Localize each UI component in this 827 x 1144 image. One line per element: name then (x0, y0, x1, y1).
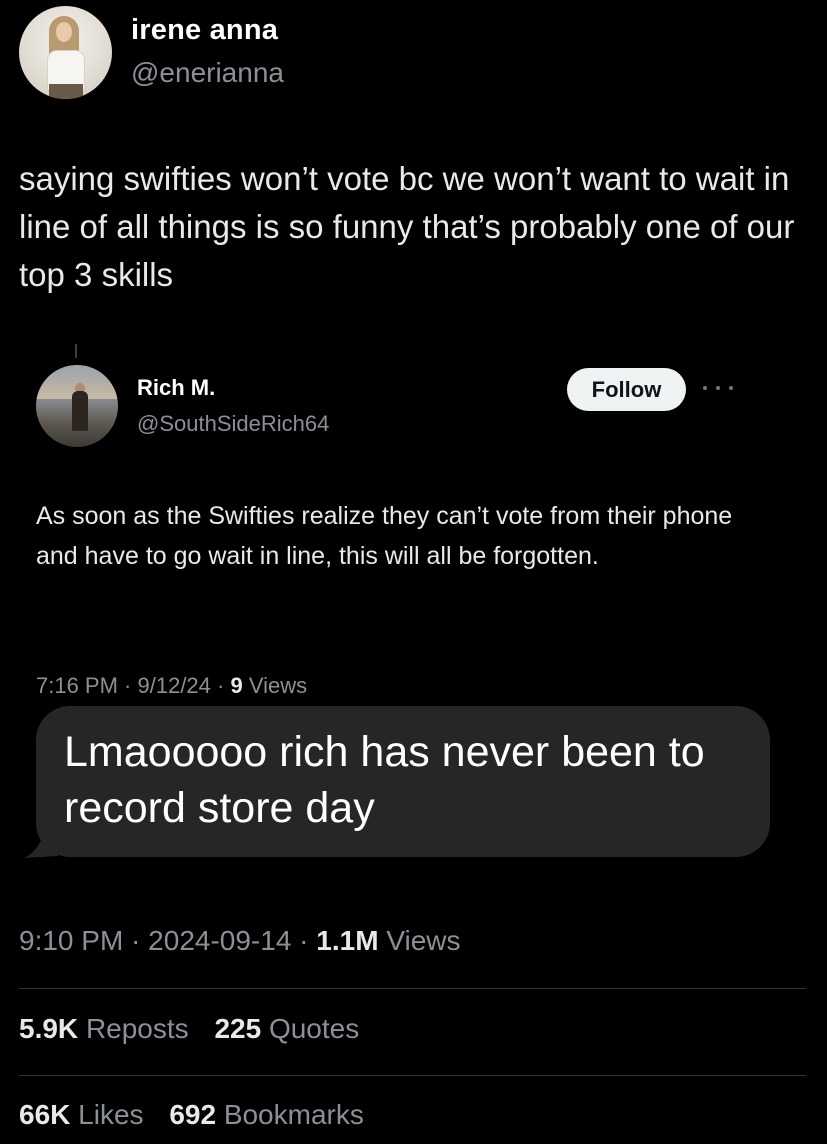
tweet-time: 9:10 PM (19, 925, 124, 956)
tweet-text: saying swifties won’t vote bc we won’t w… (19, 160, 795, 293)
tweet-meta: 9:10 PM · 2024-09-14 · 1.1M Views (19, 925, 461, 956)
quoted-tweet-views-label: Views (248, 673, 308, 698)
message-bubble-text: Lmaooooo rich has never been to record s… (64, 728, 705, 832)
stats-row-likes-bookmarks: 66K Likes 692 Bookmarks (19, 1099, 382, 1131)
likes-stat[interactable]: 66K Likes (19, 1099, 144, 1130)
divider (19, 988, 806, 989)
likes-label: Likes (78, 1099, 144, 1130)
quotes-stat[interactable]: 225 Quotes (214, 1013, 359, 1044)
thread-connector (75, 344, 77, 358)
quoted-author-handle[interactable]: @SouthSideRich64 (137, 411, 329, 437)
stats-row-reposts-quotes: 5.9K Reposts 225 Quotes (19, 1013, 377, 1045)
likes-count: 66K (19, 1099, 71, 1130)
quoted-tweet-time: 7:16 PM (36, 673, 118, 698)
quoted-author-name[interactable]: Rich M. (137, 375, 215, 401)
author-name[interactable]: irene anna (131, 14, 278, 47)
quotes-count: 225 (214, 1013, 262, 1044)
quoted-tweet-views-count: 9 (230, 673, 243, 698)
more-horizontal-icon[interactable] (703, 376, 733, 400)
tweet-views-count: 1.1M (316, 925, 379, 956)
tweet-views-label: Views (386, 925, 461, 956)
follow-button[interactable]: Follow (567, 368, 686, 411)
tweet-date: 2024-09-14 (148, 925, 292, 956)
reposts-stat[interactable]: 5.9K Reposts (19, 1013, 189, 1044)
author-handle[interactable]: @enerianna (131, 57, 284, 89)
quoted-tweet-text: As soon as the Swifties realize they can… (36, 502, 733, 570)
bookmarks-count: 692 (169, 1099, 217, 1130)
bookmarks-stat[interactable]: 692 Bookmarks (169, 1099, 364, 1130)
bookmarks-label: Bookmarks (223, 1099, 364, 1130)
quoted-tweet-date: 9/12/24 (137, 673, 211, 698)
quotes-label: Quotes (268, 1013, 360, 1044)
quoted-author-avatar[interactable] (36, 365, 118, 447)
author-avatar[interactable] (19, 6, 112, 99)
divider (19, 1075, 806, 1076)
reposts-label: Reposts (85, 1013, 189, 1044)
reposts-count: 5.9K (19, 1013, 79, 1044)
quoted-tweet-meta: 7:16 PM · 9/12/24 · 9 Views (36, 673, 308, 698)
